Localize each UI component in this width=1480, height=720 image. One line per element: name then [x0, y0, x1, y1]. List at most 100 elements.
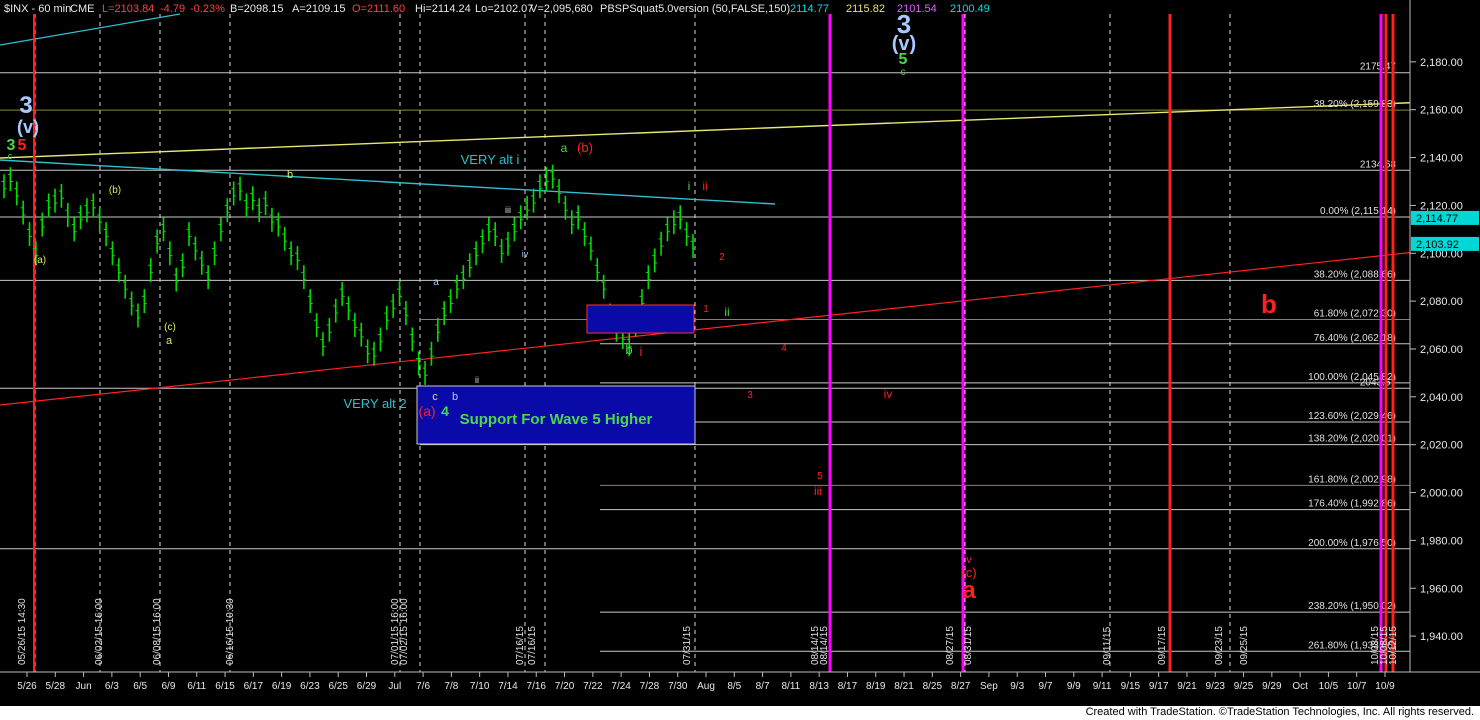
fib-level-label: 76.40% (2,062.18): [1314, 333, 1396, 344]
price-tick-label: 1,980.00: [1420, 535, 1463, 547]
fib-level-label: 238.20% (1,950.02): [1308, 601, 1396, 612]
wave-label-2-red: 2: [719, 252, 725, 263]
vertical-date-label: 08/31/15: [963, 626, 974, 665]
wave-label-iii: iii: [505, 205, 511, 215]
fib-level-label: 138.20% (2,020.01): [1308, 434, 1396, 445]
price-tick-label: 2,000.00: [1420, 488, 1463, 500]
fib-level-label: 61.80% (2,072.30): [1314, 309, 1396, 320]
wave-label-ii-red: ii: [702, 179, 707, 193]
header-field: Hi=2114.24: [415, 3, 471, 15]
date-tick-label: Jun: [76, 681, 92, 692]
header-field: A=2109.15: [292, 3, 346, 15]
wave-label-b-red: (b): [577, 140, 593, 155]
wave-label-a-big: a: [962, 577, 976, 604]
wave-label-iv-red: iv: [884, 387, 893, 401]
date-tick-label: 9/3: [1010, 681, 1024, 692]
date-tick-label: 6/15: [215, 681, 235, 692]
header-field: 2100.49: [950, 3, 990, 15]
date-tick-label: 8/21: [894, 681, 914, 692]
vertical-date-label: 07/31/15: [682, 626, 693, 665]
fib-level-label: 2134.68: [1360, 159, 1397, 170]
date-tick-label: 8/5: [727, 681, 741, 692]
wave-label-3-red: 3: [747, 390, 753, 401]
date-tick-label: 8/17: [838, 681, 858, 692]
header-field: 2115.82: [846, 3, 885, 15]
date-tick-label: Aug: [697, 681, 715, 692]
date-tick-label: 6/29: [357, 681, 377, 692]
vertical-date-label: 05/26/15 14:30: [17, 598, 28, 665]
vertical-date-label: 06/08/15 16:00: [152, 598, 163, 665]
date-tick-label: 6/3: [105, 681, 119, 692]
header-field: L=2103.84: [102, 3, 154, 15]
date-tick-label: Sep: [980, 681, 998, 692]
wave-label-a-blue: a: [433, 277, 439, 288]
vertical-date-label: 06/02/15 16:00: [94, 598, 105, 665]
price-tick-label: 2,020.00: [1420, 440, 1463, 452]
date-tick-label: 7/10: [470, 681, 490, 692]
date-tick-label: 5/28: [46, 681, 66, 692]
date-tick-label: 8/25: [923, 681, 943, 692]
wave-label-a-red: (a): [418, 403, 435, 419]
date-tick-label: 7/14: [498, 681, 518, 692]
price-tag-label: 2,114.77: [1416, 213, 1458, 225]
date-tick-label: 7/22: [583, 681, 603, 692]
vertical-date-label: 07/16/15: [527, 626, 538, 665]
wave-label-c-top: c: [901, 67, 906, 78]
date-tick-label: 9/7: [1039, 681, 1053, 692]
header-field: PBSPSquat5.0version (50,FALSE,150): [600, 3, 790, 15]
price-axis: 1,940.00 1,960.00 1,980.00 2,000.00 2,020.00…: [1409, 0, 1480, 672]
date-tick-label: 7/6: [416, 681, 430, 692]
price-tick-label: 2,080.00: [1420, 296, 1463, 308]
date-tick-label: 6/25: [328, 681, 348, 692]
wave-label-b-blue: b: [452, 391, 458, 403]
header-field: CME: [70, 3, 94, 15]
date-tick-label: 7/24: [611, 681, 631, 692]
header-field: $INX - 60 min: [4, 3, 71, 15]
date-tick-label: 7/8: [444, 681, 458, 692]
header-field: Lo=2102.07: [475, 3, 533, 15]
price-tick-label: 2,140.00: [1420, 153, 1463, 165]
date-tick-label: 9/11: [1093, 681, 1112, 692]
vertical-date-label: 08/14/15: [819, 626, 830, 665]
wave-label-b-big: b: [1261, 289, 1277, 319]
wave-label-b-yellow: b: [287, 169, 293, 181]
date-tick-label: 6/19: [272, 681, 292, 692]
price-tick-label: 2,060.00: [1420, 344, 1463, 356]
wave-label-c-small: c: [8, 151, 13, 161]
date-tick-label: 8/7: [756, 681, 770, 692]
wave-label-a-yellow: a: [166, 335, 173, 347]
date-tick-label: 6/11: [187, 681, 206, 692]
wave-label-iv: iv: [522, 249, 529, 259]
vertical-date-label: 10/12/15: [1388, 626, 1399, 665]
date-tick-label: 8/27: [951, 681, 971, 692]
header-field: -4.79: [160, 3, 185, 15]
fib-level-label: 38.20% (2,088.66): [1314, 269, 1396, 280]
date-tick-label: 9/17: [1149, 681, 1169, 692]
wave-label-5-top: 5: [899, 51, 908, 68]
date-tick-label: 9/25: [1234, 681, 1254, 692]
fib-level-label: 2175.47: [1360, 62, 1397, 73]
vertical-date-label: 09/23/15: [1214, 626, 1225, 665]
fib-level-label: 2043.57: [1360, 377, 1397, 388]
wave-label-5-red: 5: [18, 137, 27, 154]
small-support-box: [586, 304, 695, 334]
wave-label-3-left: 3: [19, 92, 32, 119]
date-tick-label: 9/15: [1121, 681, 1141, 692]
date-tick-label: 6/17: [244, 681, 264, 692]
date-tick-label: 9/21: [1177, 681, 1197, 692]
date-tick-label: 10/9: [1375, 681, 1395, 692]
wave-label-ii-small: ii: [475, 375, 479, 385]
price-tick-label: 2,040.00: [1420, 392, 1463, 404]
wave-label-iii-red: iii: [814, 484, 822, 498]
date-tick-label: 7/16: [527, 681, 547, 692]
header-field: 2101.54: [897, 3, 937, 15]
wave-label-4-green: 4: [441, 403, 449, 419]
support-label: Support For Wave 5 Higher: [460, 411, 653, 428]
date-tick-label: 9/9: [1067, 681, 1081, 692]
header-field: V=2,095,680: [530, 3, 593, 15]
fib-level-label: 200.00% (1,976.50): [1308, 538, 1396, 549]
date-tick-label: 7/30: [668, 681, 688, 692]
wave-label-v-left: (v): [17, 117, 39, 137]
date-tick-label: 10/7: [1347, 681, 1367, 692]
price-tick-label: 1,960.00: [1420, 583, 1463, 595]
